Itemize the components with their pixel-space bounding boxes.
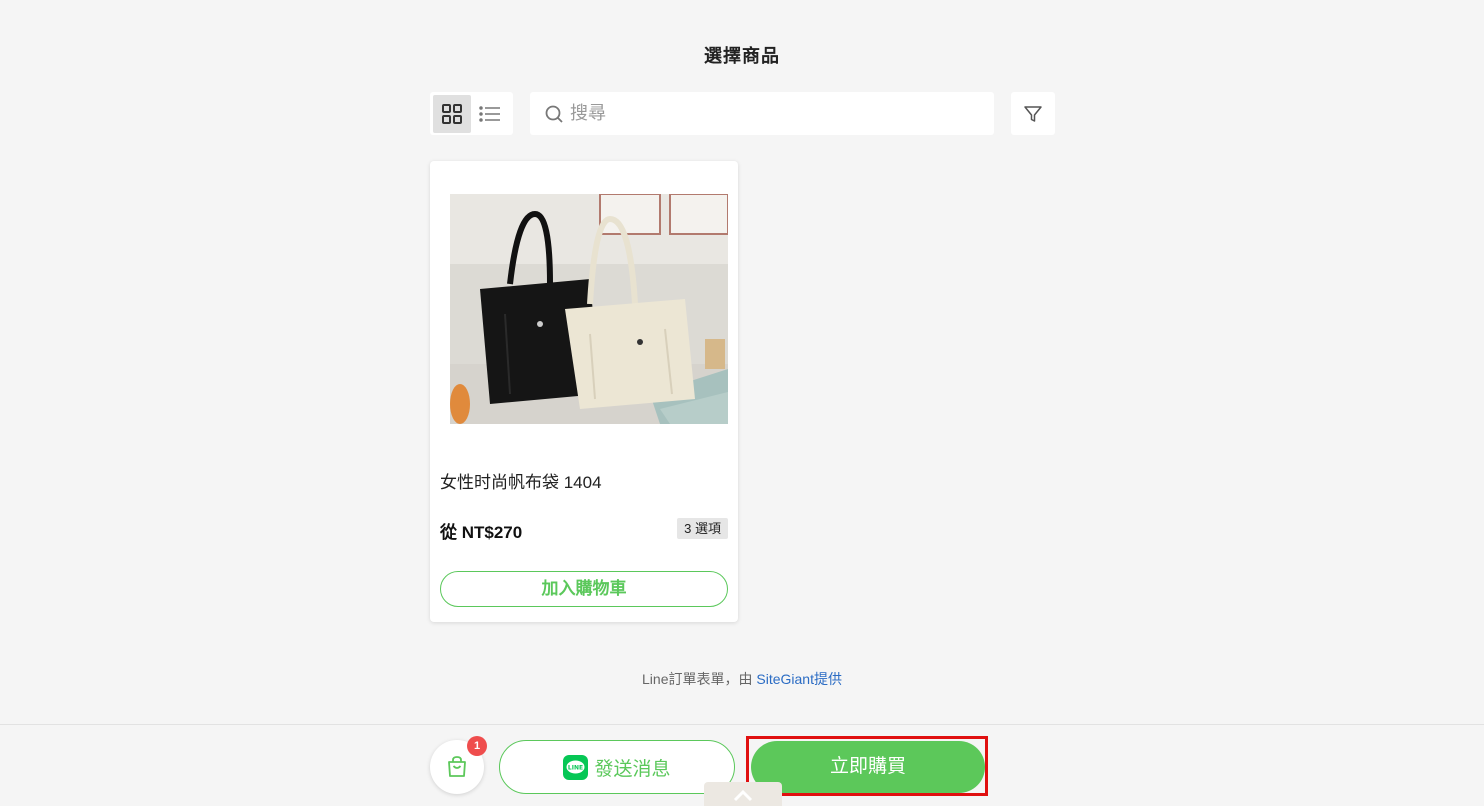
product-name[interactable]: 女性时尚帆布袋 1404 — [440, 468, 602, 493]
search-input[interactable] — [570, 92, 994, 135]
product-price: 從 NT$270 — [440, 523, 523, 542]
list-view-button[interactable] — [471, 95, 509, 133]
send-message-button[interactable]: LINE 發送消息 — [499, 740, 735, 794]
shopping-bag-icon — [448, 756, 466, 777]
add-to-cart-button[interactable]: 加入購物車 — [440, 571, 728, 607]
page-title: 選擇商品 — [704, 46, 780, 66]
options-badge: 3 選項 — [677, 518, 728, 539]
line-icon: LINE — [563, 754, 589, 780]
search-icon — [545, 105, 563, 123]
svg-text:LINE: LINE — [568, 764, 583, 771]
product-card[interactable]: 女性时尚帆布袋 1404 從 NT$270 3 選項 加入購物車 — [430, 161, 738, 622]
view-toggle — [430, 92, 513, 135]
send-message-label: 發送消息 — [594, 758, 671, 780]
product-image[interactable] — [450, 194, 728, 424]
chevron-up-icon — [733, 789, 753, 802]
filter-icon — [1024, 105, 1042, 122]
footer-prefix: Line訂單表單，由 — [642, 671, 757, 687]
grid-icon — [442, 103, 462, 124]
scroll-to-top-button[interactable] — [704, 782, 782, 806]
tote-bags-photo — [450, 194, 728, 424]
search-box — [530, 92, 994, 135]
cart-count-badge: 1 — [467, 736, 487, 756]
footer-note: Line訂單表單，由 SiteGiant提供 — [0, 669, 1484, 689]
sitegiant-link[interactable]: SiteGiant提供 — [756, 671, 842, 687]
buy-now-button[interactable]: 立即購買 — [751, 741, 985, 793]
list-icon — [479, 105, 500, 122]
grid-view-button[interactable] — [433, 94, 471, 133]
filter-button[interactable] — [1011, 92, 1055, 135]
